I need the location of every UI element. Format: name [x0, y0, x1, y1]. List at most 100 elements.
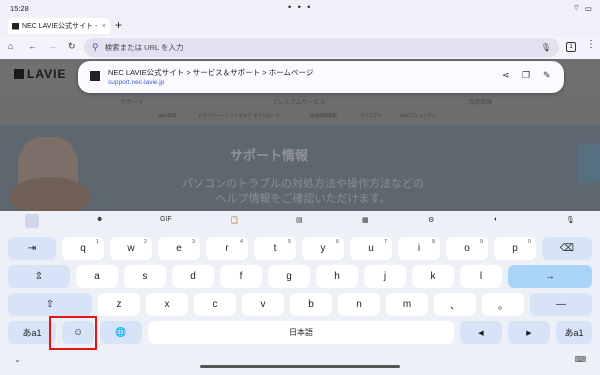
share-icon[interactable]: ⋖ — [502, 70, 510, 81]
forward-icon[interactable]: → — [48, 41, 57, 51]
key-period-jp[interactable]: 。 — [482, 293, 524, 316]
keyboard-switch-icon[interactable]: ⌨ — [574, 355, 586, 364]
key-q[interactable]: q1 — [62, 237, 104, 260]
search-icon: ⚲ — [92, 42, 99, 52]
key-f[interactable]: f — [220, 265, 262, 288]
tab-key[interactable]: ⇥ — [8, 237, 56, 260]
key-k[interactable]: k — [412, 265, 454, 288]
key-d[interactable]: d — [172, 265, 214, 288]
voice-mic-icon[interactable]: 🎙 — [566, 216, 575, 224]
key-y[interactable]: y6 — [302, 237, 344, 260]
lang-switch-key-left[interactable]: あa1 — [8, 321, 56, 344]
emoji-icon: ☺ — [72, 327, 84, 338]
more-menu-icon[interactable]: ⋮ — [586, 39, 596, 50]
popup-url[interactable]: support.nec-lavie.jp — [108, 79, 164, 86]
status-bar: 15:28 • • • ⌔ ▭ — [0, 0, 600, 18]
browser-toolbar: ⌂ ← → ↻ ⚲ 検索または URL を入力 🎙 1 ⋮ — [0, 36, 600, 59]
emoji-key[interactable]: ☺ — [62, 321, 94, 344]
status-icons: ⌔ ▭ — [573, 3, 592, 13]
close-tab-icon[interactable]: × — [102, 23, 106, 30]
clipboard-icon[interactable]: 📋 — [230, 216, 239, 224]
theme-palette-icon[interactable]: ◐ — [494, 216, 498, 223]
address-placeholder: 検索または URL を入力 — [104, 43, 184, 52]
key-u[interactable]: u7 — [350, 237, 392, 260]
backspace-key[interactable]: ⌫ — [542, 237, 592, 260]
subnav-product-search[interactable]: 商品情報検索 — [310, 113, 337, 119]
nav-item-guides[interactable]: 活用情報 — [468, 97, 492, 106]
key-a[interactable]: a — [76, 265, 118, 288]
globe-key[interactable]: 🌐 — [100, 321, 142, 344]
dash-key[interactable]: — — [530, 293, 592, 316]
nav-item-premium[interactable]: プレミアムサービス — [272, 97, 326, 106]
key-o[interactable]: o9 — [446, 237, 488, 260]
key-comma-jp[interactable]: 、 — [434, 293, 476, 316]
page-info-popup[interactable]: NEC LAVIE公式サイト > サービス＆サポート > ホームページ supp… — [78, 61, 564, 93]
reload-icon[interactable]: ↻ — [68, 41, 76, 52]
globe-icon: 🌐 — [115, 327, 127, 337]
sticker-icon[interactable]: ☻ — [96, 216, 103, 223]
caps-key[interactable]: ⇬ — [8, 265, 70, 288]
hero-subtitle: パソコンのトラブルの対処方法や操作方法などの ヘルプ情報をご確認いただけます。 — [182, 178, 424, 205]
subnav-qa-community[interactable]: Q&Aコミュニティ — [400, 113, 436, 119]
chat-tab[interactable] — [578, 143, 600, 183]
apps-grid-icon[interactable] — [25, 214, 39, 228]
key-g[interactable]: g — [268, 265, 310, 288]
key-i[interactable]: i8 — [398, 237, 440, 260]
lavie-logo[interactable]: LAVIE — [14, 67, 66, 81]
key-h[interactable]: h — [316, 265, 358, 288]
subnav-qa-search[interactable]: Q&A検索 — [158, 113, 177, 119]
shift-key[interactable]: ⇧ — [8, 293, 92, 316]
key-t[interactable]: t5 — [254, 237, 296, 260]
home-gesture-bar[interactable] — [200, 365, 400, 368]
settings-gear-icon[interactable]: ⚙ — [428, 216, 434, 224]
subnav-manual[interactable]: マニュアル — [360, 113, 382, 119]
cursor-left-key[interactable]: ◀ — [460, 321, 502, 344]
key-c[interactable]: c — [194, 293, 236, 316]
key-m[interactable]: m — [386, 293, 428, 316]
tab-title: NEC LAVIE公式サイト - — [22, 23, 98, 30]
nec-favicon-icon — [90, 71, 100, 81]
key-n[interactable]: n — [338, 293, 380, 316]
translate-icon[interactable]: ▦ — [362, 216, 369, 224]
key-z[interactable]: z — [98, 293, 140, 316]
key-p[interactable]: p0 — [494, 237, 536, 260]
address-bar[interactable]: ⚲ 検索または URL を入力 🎙 — [84, 38, 559, 57]
back-icon[interactable]: ← — [28, 41, 37, 51]
hero-photo-child-2 — [10, 177, 90, 213]
cursor-right-key[interactable]: ▶ — [508, 321, 550, 344]
hero-banner: サポート情報 パソコンのトラブルの対処方法や操作方法などの ヘルプ情報をご確認い… — [0, 125, 600, 213]
browser-tab[interactable]: NEC LAVIE公式サイト - × — [8, 18, 110, 34]
space-key[interactable]: 日本語 — [148, 321, 454, 344]
key-x[interactable]: x — [146, 293, 188, 316]
tab-switcher-button[interactable]: 1 — [566, 42, 576, 52]
key-b[interactable]: b — [290, 293, 332, 316]
key-v[interactable]: v — [242, 293, 284, 316]
gif-button[interactable]: GIF — [160, 216, 172, 223]
mic-icon[interactable]: 🎙 — [541, 43, 551, 52]
battery-icon: ▭ — [584, 3, 592, 13]
enter-key[interactable]: → — [508, 265, 592, 288]
key-l[interactable]: l — [460, 265, 502, 288]
window-dots[interactable]: • • • — [288, 2, 312, 12]
site-nav: サポート プレミアムサービス 活用情報 — [0, 95, 600, 109]
lang-switch-key-right[interactable]: あa1 — [556, 321, 592, 344]
nec-favicon-icon — [12, 22, 19, 30]
subnav-drivers[interactable]: ドライバー・ソフトウェア ダウンロード — [198, 113, 280, 119]
nav-item-support[interactable]: サポート — [120, 97, 144, 106]
nec-logo-mark-icon — [14, 69, 24, 79]
new-tab-button[interactable]: + — [115, 18, 122, 33]
home-icon[interactable]: ⌂ — [8, 41, 13, 51]
site-subnav: Q&A検索 ドライバー・ソフトウェア ダウンロード 商品情報検索 マニュアル Q… — [0, 109, 600, 125]
copy-icon[interactable]: ❐ — [522, 70, 530, 81]
wifi-icon: ⌔ — [572, 3, 580, 12]
key-s[interactable]: s — [124, 265, 166, 288]
popup-page-title: NEC LAVIE公式サイト > サービス＆サポート > ホームページ — [108, 68, 314, 77]
one-handed-icon[interactable]: ▤ — [296, 216, 303, 224]
key-j[interactable]: j — [364, 265, 406, 288]
key-e[interactable]: e3 — [158, 237, 200, 260]
key-r[interactable]: r4 — [206, 237, 248, 260]
hide-keyboard-icon[interactable]: ⌄ — [14, 355, 21, 364]
soft-keyboard: ⇥ q1 w2 e3 r4 t5 y6 u7 i8 o9 p0 ⌫ ⇬ a s … — [0, 231, 600, 351]
edit-icon[interactable]: ✎ — [543, 70, 551, 81]
key-w[interactable]: w2 — [110, 237, 152, 260]
